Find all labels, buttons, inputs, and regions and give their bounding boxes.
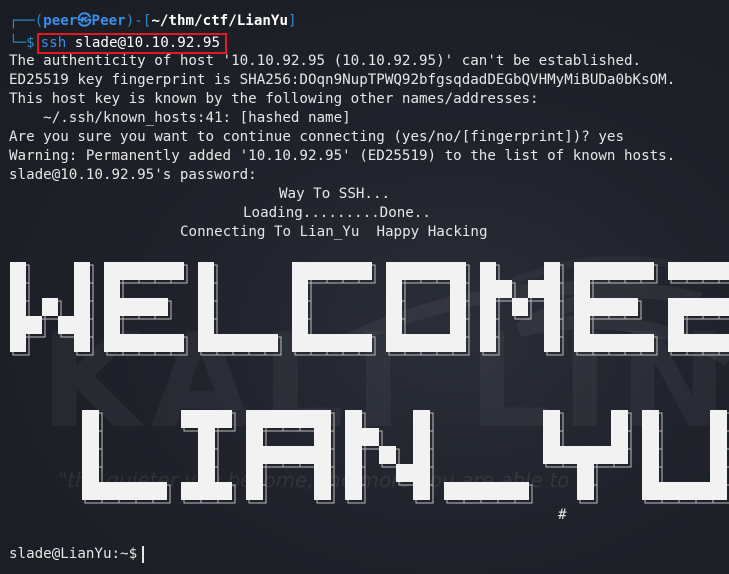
hash-symbol: # [558,507,567,523]
ascii-art-banner [10,262,729,504]
ascii-letter-lianyu [444,482,533,504]
ascii-letter-welcome [10,262,94,356]
ascii-letter-lianyu [345,410,434,504]
ascii-letter-welcome [386,262,470,356]
text-cursor [142,545,144,563]
ascii-letter-welcome [668,262,729,356]
final-prompt-text: slade@LianYu:~$ [9,546,138,562]
ascii-letter-lianyu [543,410,632,504]
ascii-letter-welcome [292,262,376,356]
ascii-letter-welcome [574,262,658,356]
ascii-letter-lianyu [642,410,729,504]
ascii-letter-welcome [480,262,564,356]
shell-prompt[interactable]: slade@LianYu:~$ [9,545,144,564]
ascii-letter-welcome [198,262,282,356]
terminal-window[interactable]: KALI LINUX "the quieter you become, the … [0,0,729,574]
ascii-letter-lianyu [82,410,171,504]
ascii-letter-lianyu [246,410,335,504]
ascii-letter-welcome [104,262,188,356]
ascii-letter-lianyu [181,410,236,504]
